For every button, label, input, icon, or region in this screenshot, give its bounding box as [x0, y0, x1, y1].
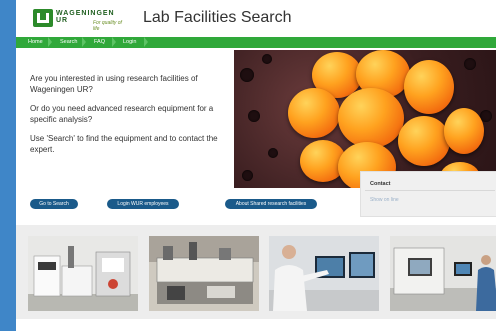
facility-photo-instrument-bench[interactable] [149, 236, 259, 311]
page-title: Lab Facilities Search [143, 9, 292, 26]
contact-link[interactable]: Show on line [370, 197, 399, 203]
intro-text: Are you interested in using research fac… [30, 73, 230, 163]
facility-photo-lab-monitor[interactable] [390, 236, 496, 311]
intro-paragraph-2: Or do you need advanced research equipme… [30, 104, 214, 124]
facility-photo-researcher-screen[interactable] [269, 236, 379, 311]
nav-separator-icon [82, 37, 86, 47]
header: WAGENINGEN UR For quality of life Lab Fa… [16, 0, 496, 37]
go-to-search-button[interactable]: Go to Search [30, 199, 78, 209]
nav-faq[interactable]: FAQ [94, 37, 105, 48]
hero-image-spores [234, 50, 496, 188]
login-wur-employees-button[interactable]: Login WUR employees [107, 199, 179, 209]
page: WAGENINGEN UR For quality of life Lab Fa… [16, 0, 496, 331]
wageningen-logo[interactable]: WAGENINGEN UR For quality of life [33, 9, 123, 32]
nav-separator-icon [144, 37, 148, 47]
nav-search[interactable]: Search [60, 37, 77, 48]
contact-divider [365, 190, 495, 191]
contact-panel: Contact Show on line [360, 171, 496, 217]
intro-paragraph-1: Are you interested in using research fac… [30, 74, 198, 94]
logo-tagline: For quality of life [93, 20, 122, 32]
intro-paragraph-3: Use 'Search' to find the equipment and t… [30, 134, 218, 154]
contact-title: Contact [370, 181, 391, 187]
shared-facilities-button[interactable]: About Shared research facilities [225, 199, 317, 209]
logo-mark-icon [33, 9, 53, 27]
nav-separator-icon [112, 37, 116, 47]
facility-photo-lab-instruments[interactable] [28, 236, 138, 311]
nav-home[interactable]: Home [28, 37, 43, 48]
nav-login[interactable]: Login [123, 37, 136, 48]
nav-bar: Home Search FAQ Login [16, 37, 496, 48]
nav-separator-icon [48, 37, 52, 47]
